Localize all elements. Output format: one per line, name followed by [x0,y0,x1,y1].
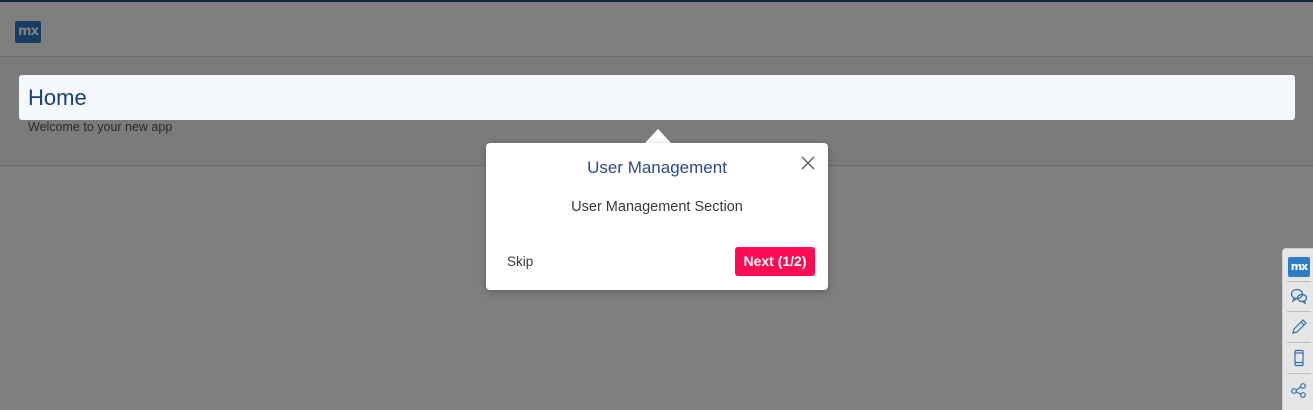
divider [1287,342,1311,343]
mendix-logo-icon: mx [1288,257,1310,277]
share-icon[interactable] [1287,377,1311,401]
divider [1287,373,1311,374]
tour-popover: User Management User Management Section … [486,143,828,290]
mobile-device-icon[interactable] [1287,346,1311,370]
divider [1287,311,1311,312]
tour-highlight-target: Home [19,75,1295,120]
skip-button[interactable]: Skip [507,254,533,269]
next-button[interactable]: Next (1/2) [735,247,815,276]
highlighted-page-title: Home [28,85,87,110]
divider [1287,281,1311,282]
popover-title: User Management [587,158,727,177]
feedback-chat-icon[interactable] [1287,284,1311,308]
popover-arrow [644,129,672,144]
toolbar-logo-button[interactable]: mx [1287,255,1311,279]
close-icon[interactable] [799,154,817,172]
popover-body: User Management Section [571,199,743,215]
pencil-icon[interactable] [1287,315,1311,339]
side-toolbar: mx [1282,248,1313,410]
